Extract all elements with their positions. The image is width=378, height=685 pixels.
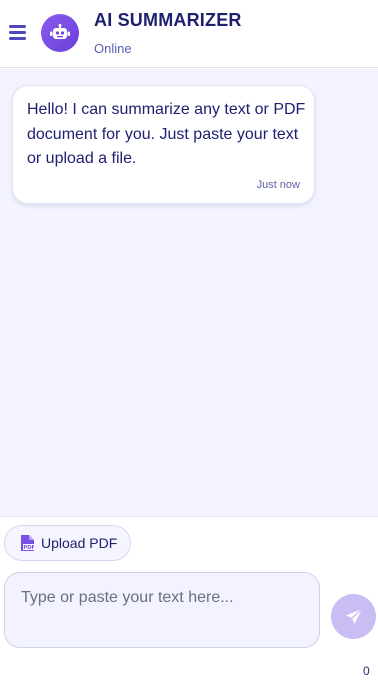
message-timestamp: Just now	[256, 179, 300, 191]
hamburger-menu-icon-line	[9, 37, 26, 40]
chat-area[interactable]: Hello! I can summarize any text or PDF d…	[0, 69, 378, 516]
avatar	[41, 14, 79, 52]
character-count: 0	[363, 664, 370, 678]
hamburger-menu-icon	[9, 25, 26, 28]
send-paper-plane-icon	[345, 608, 362, 624]
send-button[interactable]	[331, 594, 376, 639]
svg-text:PDF: PDF	[23, 545, 34, 551]
hamburger-menu-icon-line	[9, 31, 26, 34]
pdf-file-icon: PDF	[21, 535, 34, 551]
message-text: Hello! I can summarize any text or PDF d…	[27, 101, 306, 167]
upload-pdf-label: Upload PDF	[41, 535, 118, 551]
message-input[interactable]	[4, 572, 320, 648]
upload-pdf-button[interactable]: PDF Upload PDF	[4, 525, 131, 561]
menu-button[interactable]	[9, 24, 27, 42]
bot-message-bubble: Hello! I can summarize any text or PDF d…	[12, 85, 315, 204]
robot-icon	[50, 24, 70, 39]
app-title: AI SUMMARIZER	[94, 10, 242, 30]
app-header: AI SUMMARIZER Online	[0, 0, 378, 68]
status-text: Online	[94, 41, 132, 56]
composer-area: PDF Upload PDF 0	[0, 516, 378, 685]
